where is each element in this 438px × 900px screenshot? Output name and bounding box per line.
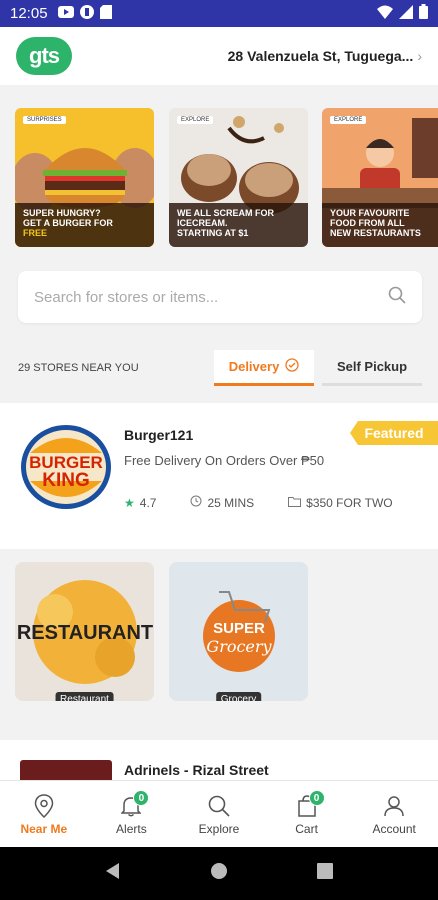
bell-icon: 0 [121,790,150,820]
promo-banner-restaurants[interactable]: EXPLORE YOUR FAVOURITE FOOD FROM ALL NEW… [322,108,438,247]
system-navigation-bar [0,847,438,900]
youtube-icon [57,5,74,22]
store-card-burger121[interactable]: BURGER KING Burger121 Free Delivery On O… [0,403,438,549]
store-price: $350 FOR TWO [288,496,393,510]
nav-alerts[interactable]: 0 Alerts [88,781,176,847]
recents-icon[interactable] [317,863,334,884]
nav-explore[interactable]: Explore [175,781,263,847]
banner-tag: EXPLORE [177,116,214,124]
person-icon [383,792,405,820]
stores-count-label: 29 STORES NEAR YOU [18,362,139,374]
nav-cart[interactable]: 0 Cart [263,781,351,847]
grocery-art: SUPER Grocery [169,562,308,701]
tab-delivery[interactable]: Delivery [214,350,314,386]
svg-text:RESTAURANT: RESTAURANT [17,622,153,644]
category-restaurant[interactable]: RESTAURANT Restaurant [15,562,154,701]
search-icon [208,792,230,820]
location-pin-icon [34,792,54,820]
promo-banner-burger[interactable]: SURPRISES SUPER HUNGRY? GET A BURGER FOR… [15,108,154,247]
nav-near-me[interactable]: Near Me [0,781,88,847]
category-label: Restaurant [55,692,114,701]
check-circle-icon [285,358,299,375]
store-thumbnail [20,760,112,780]
banner-caption: YOUR FAVOURITE FOOD FROM ALL NEW RESTAUR… [322,203,438,247]
chevron-right-icon: › [417,48,422,64]
home-icon[interactable] [210,862,228,885]
app-logo[interactable]: gts [16,37,72,75]
sd-card-icon [99,4,112,23]
search-icon[interactable] [388,286,406,309]
restaurant-art: RESTAURANT [15,562,154,701]
cart-badge: 0 [308,790,325,806]
folder-icon [288,496,302,510]
nav-account[interactable]: Account [350,781,438,847]
store-filter-bar: 29 STORES NEAR YOU Delivery Self Pickup [0,345,438,390]
category-label: Grocery [215,692,262,701]
bottom-navigation: Near Me 0 Alerts Explore 0 Cart Account [0,780,438,847]
delivery-address: 28 Valenzuela St, Tuguega... [227,48,414,64]
store-delivery-time: 25 MINS [190,495,254,510]
app-header: gts 28 Valenzuela St, Tuguega... › [0,27,438,85]
app-notification-icon [79,4,94,23]
status-time: 12:05 [10,5,48,22]
back-icon[interactable] [105,862,121,885]
search-bar[interactable]: Search for stores or items... [18,271,422,323]
tab-self-pickup[interactable]: Self Pickup [322,350,422,386]
status-bar: 12:05 [0,0,438,27]
store-meta: ★ 4.7 25 MINS $350 FOR TWO [124,495,427,510]
tab-self-pickup-label: Self Pickup [336,359,408,374]
svg-text:KING: KING [42,470,90,491]
cart-icon: 0 [297,790,325,820]
category-grocery[interactable]: SUPER Grocery Grocery [169,562,308,701]
search-input[interactable]: Search for stores or items... [34,289,218,306]
svg-text:Grocery: Grocery [206,637,272,656]
store-name: Burger121 [124,427,194,443]
store-rating: ★ 4.7 [124,495,157,510]
alerts-badge: 0 [133,790,150,806]
store-offer: Free Delivery On Orders Over ₱50 [124,453,325,468]
delivery-address-selector[interactable]: 28 Valenzuela St, Tuguega... › [228,48,422,64]
tab-delivery-label: Delivery [228,359,280,374]
promo-banner-icecream[interactable]: EXPLORE WE ALL SCREAM FOR ICECREAM. STAR… [169,108,308,247]
svg-text:SUPER: SUPER [213,620,265,637]
banner-tag: SURPRISES [23,116,66,124]
featured-badge: Featured [350,421,438,445]
banner-caption: WE ALL SCREAM FOR ICECREAM. STARTING AT … [169,203,308,247]
store-name: Adrinels - Rizal Street [124,762,269,778]
banner-tag: EXPLORE [330,116,367,124]
category-list: RESTAURANT Restaurant SUPER Grocery Groc… [0,549,438,715]
burger-king-logo: BURGER KING [21,425,111,509]
star-icon: ★ [124,495,135,510]
battery-icon [419,4,428,23]
clock-icon [190,495,202,510]
promo-carousel[interactable]: SURPRISES SUPER HUNGRY? GET A BURGER FOR… [0,85,438,265]
banner-caption: SUPER HUNGRY? GET A BURGER FOR FREE [15,203,154,247]
signal-icon [399,4,413,23]
store-card-adrinels[interactable]: Adrinels - Rizal Street [0,740,438,780]
wifi-icon [377,5,393,23]
